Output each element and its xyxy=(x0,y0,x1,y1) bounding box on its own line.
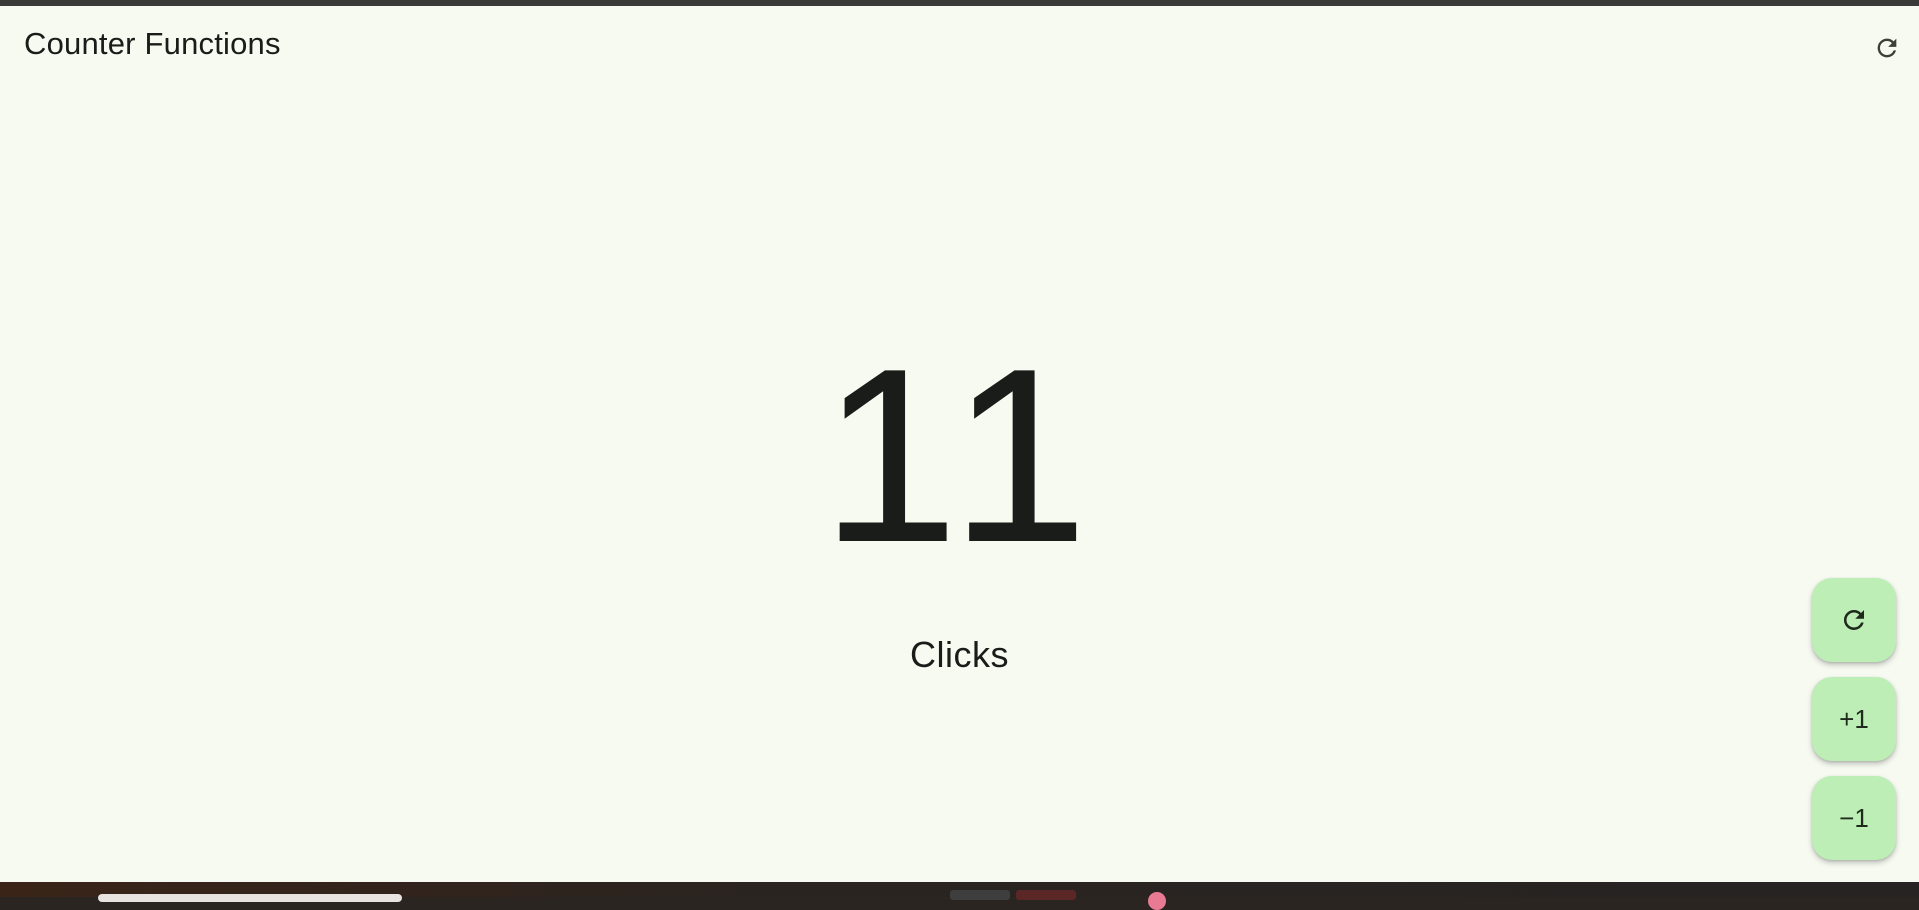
taskbar-app-tile[interactable] xyxy=(950,890,1010,900)
taskbar xyxy=(0,882,1919,910)
refresh-icon xyxy=(1843,610,1864,630)
app-bar: Counter Functions xyxy=(0,6,1919,86)
decrement-fab-button[interactable]: −1 xyxy=(1812,776,1896,860)
taskbar-app-dot[interactable] xyxy=(1148,892,1166,910)
counter-value: 11 xyxy=(820,316,1099,594)
counter-label: Clicks xyxy=(910,634,1009,675)
taskbar-app-tile[interactable] xyxy=(1016,890,1076,900)
app-title: Counter Functions xyxy=(24,26,281,61)
appbar-refresh-button[interactable] xyxy=(1871,32,1903,64)
refresh-icon xyxy=(1877,38,1897,58)
taskbar-search-pill[interactable] xyxy=(98,894,402,902)
increment-fab-button[interactable]: +1 xyxy=(1812,677,1896,761)
app-window: Counter Functions 11 Clicks +1 −1 xyxy=(0,6,1919,882)
reset-fab-button[interactable] xyxy=(1812,578,1896,662)
